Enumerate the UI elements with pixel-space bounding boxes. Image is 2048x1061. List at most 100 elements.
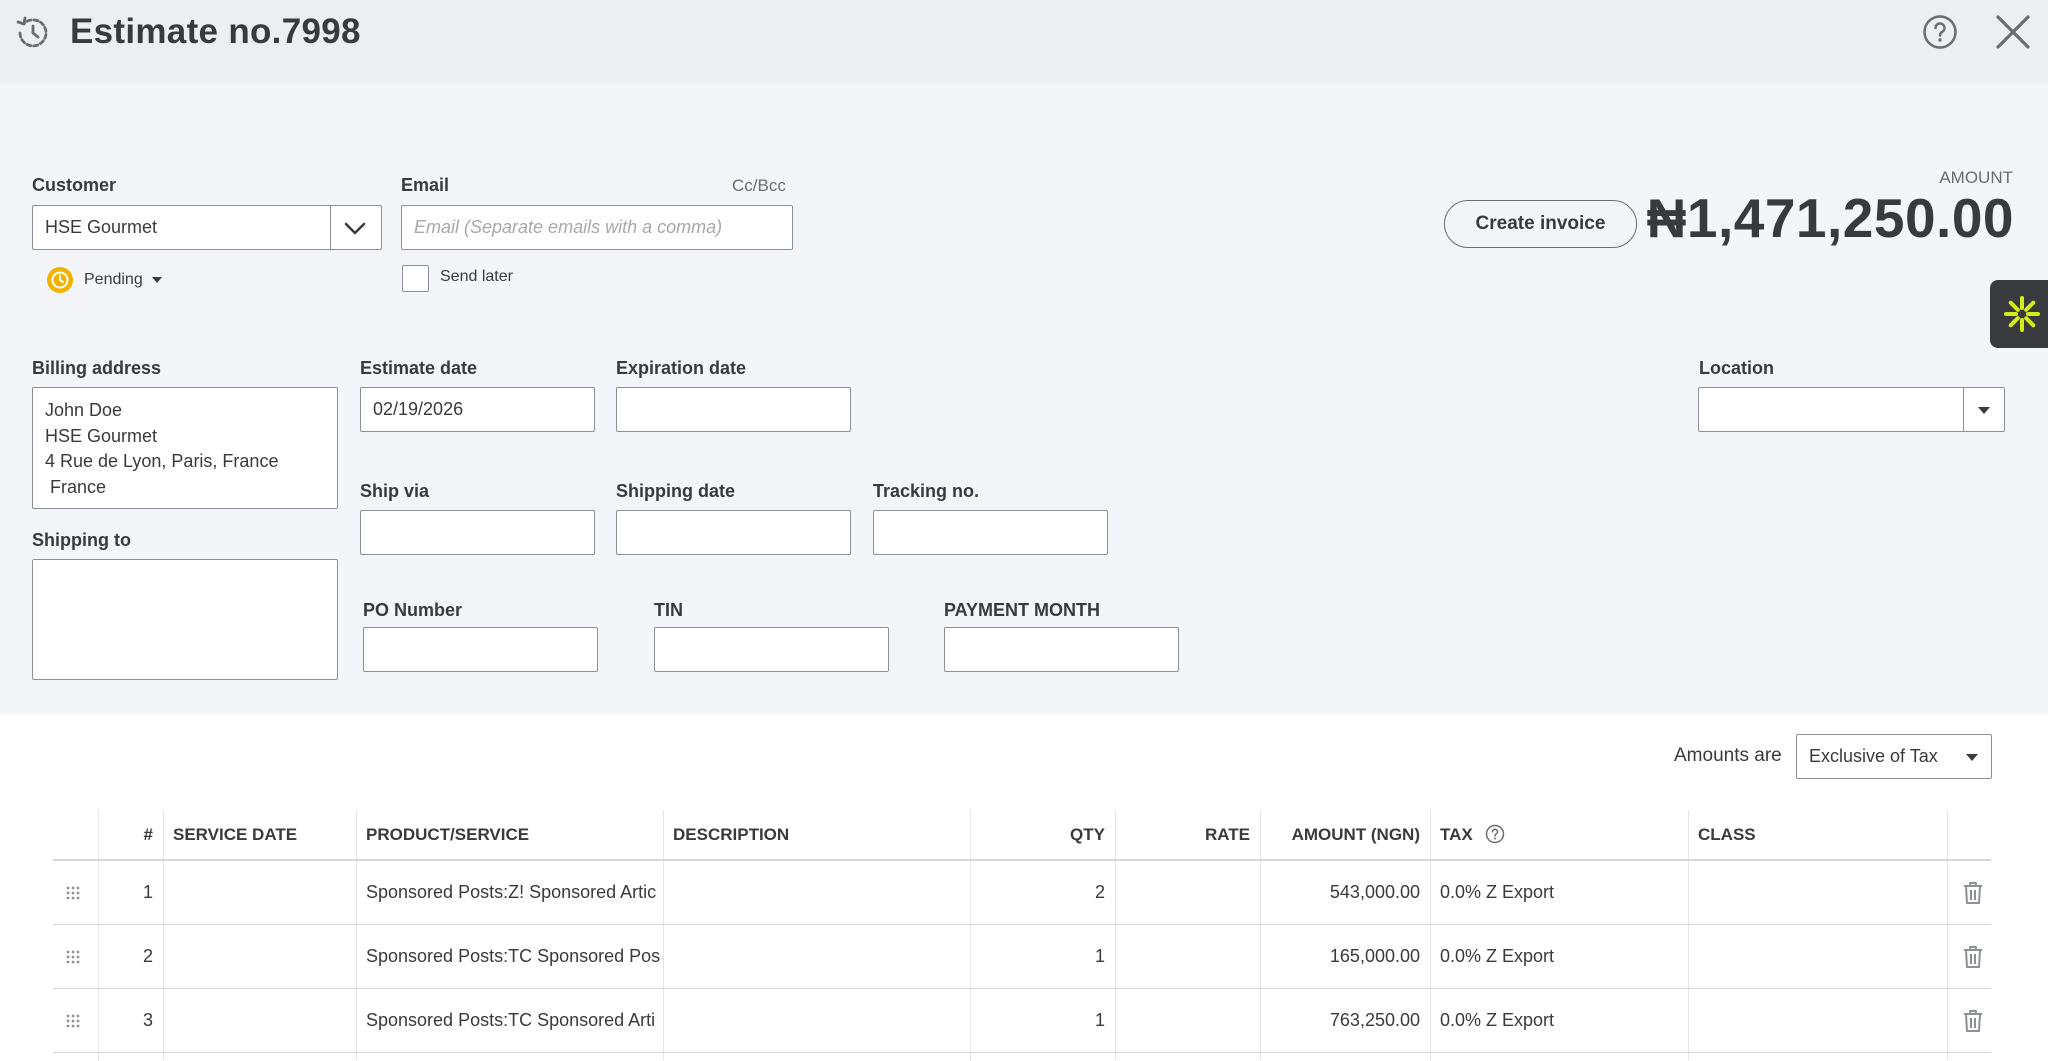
amounts-are-select[interactable]: Exclusive of Tax — [1796, 734, 1992, 779]
drag-handle-icon[interactable] — [65, 885, 81, 901]
estimate-date-input[interactable]: 02/19/2026 — [360, 387, 595, 432]
status-label: Pending — [84, 271, 143, 288]
col-header-qty[interactable]: QTY — [970, 810, 1115, 859]
amount-total: ₦1,471,250.00 — [1646, 187, 2014, 249]
shipping-to-field[interactable] — [32, 559, 338, 680]
send-later-checkbox[interactable] — [402, 265, 429, 292]
payment-month-label: PAYMENT MONTH — [944, 600, 1101, 620]
cell-amount[interactable]: 543,000.00 — [1260, 861, 1430, 924]
ship-via-input[interactable] — [360, 510, 595, 555]
col-header-product[interactable]: PRODUCT/SERVICE — [356, 810, 663, 859]
cell-tax[interactable]: 0.0% Z Export — [1430, 989, 1688, 1052]
cell-tax[interactable]: 0.0% Z Export — [1430, 861, 1688, 924]
customer-value: HSE Gourmet — [45, 217, 158, 237]
caret-down-icon[interactable] — [1977, 405, 1991, 415]
trash-icon[interactable] — [1962, 881, 1984, 905]
location-select[interactable] — [1698, 387, 2005, 432]
amounts-are-label: Amounts are — [1674, 745, 1782, 766]
send-later-label: Send later — [440, 268, 513, 285]
pending-clock-icon — [47, 267, 73, 293]
col-header-amount[interactable]: AMOUNT (NGN) — [1260, 810, 1430, 859]
cell-qty[interactable]: 1 — [970, 925, 1115, 988]
caret-down-icon — [1966, 754, 1978, 761]
divider — [1963, 388, 1964, 431]
tin-input[interactable] — [654, 627, 889, 672]
shipping-date-input[interactable] — [616, 510, 851, 555]
tracking-no-input[interactable] — [873, 510, 1108, 555]
amounts-are-value: Exclusive of Tax — [1809, 746, 1938, 766]
help-icon[interactable] — [1922, 14, 1958, 50]
cell-amount[interactable]: 165,000.00 — [1260, 925, 1430, 988]
create-invoice-button[interactable]: Create invoice — [1444, 200, 1637, 248]
status-dropdown[interactable]: Pending — [46, 265, 163, 295]
cell-qty[interactable]: 2 — [970, 861, 1115, 924]
shipping-date-label: Shipping date — [616, 481, 735, 501]
cc-bcc-link[interactable]: Cc/Bcc — [732, 176, 786, 196]
payment-month-input[interactable] — [944, 627, 1179, 672]
drag-handle-icon[interactable] — [65, 1013, 81, 1029]
assistant-widget[interactable] — [1990, 280, 2048, 348]
estimate-date-label: Estimate date — [360, 358, 478, 378]
po-number-label: PO Number — [363, 600, 463, 620]
close-icon[interactable] — [1993, 12, 2033, 52]
cell-description[interactable] — [663, 861, 970, 924]
expiration-date-label: Expiration date — [616, 358, 747, 378]
location-label: Location — [1699, 358, 1774, 378]
sparkle-icon — [2004, 296, 2040, 332]
cell-service-date[interactable] — [163, 925, 356, 988]
cell-description[interactable] — [663, 925, 970, 988]
dialog-header: Estimate no.7998 — [0, 0, 2048, 83]
trash-icon[interactable] — [1962, 1009, 1984, 1033]
po-number-input[interactable] — [363, 627, 598, 672]
cell-class[interactable] — [1688, 925, 1947, 988]
email-input[interactable]: Email (Separate emails with a comma) — [401, 205, 793, 250]
cell-service-date[interactable] — [163, 861, 356, 924]
cell-tax[interactable]: 0.0% Z Export — [1430, 925, 1688, 988]
cell-rate[interactable] — [1115, 925, 1260, 988]
cell-service-date[interactable] — [163, 989, 356, 1052]
cell-product[interactable]: Sponsored Posts:TC Sponsored Arti — [356, 989, 663, 1052]
col-header-class[interactable]: CLASS — [1688, 810, 1947, 859]
caret-down-icon — [151, 277, 162, 283]
cell-qty[interactable]: 1 — [970, 989, 1115, 1052]
recent-history-icon[interactable] — [14, 14, 52, 52]
ship-via-label: Ship via — [360, 481, 430, 501]
cell-product[interactable]: Sponsored Posts:TC Sponsored Pos — [356, 925, 663, 988]
expiration-date-input[interactable] — [616, 387, 851, 432]
cell-rate[interactable] — [1115, 861, 1260, 924]
tracking-no-label: Tracking no. — [873, 481, 980, 501]
table-row[interactable]: 1 Sponsored Posts:Z! Sponsored Artic 2 5… — [53, 861, 1991, 925]
divider — [330, 206, 331, 249]
col-header-tax[interactable]: TAX — [1430, 810, 1688, 859]
trash-icon[interactable] — [1962, 945, 1984, 969]
customer-label: Customer — [32, 175, 117, 195]
help-icon[interactable] — [1485, 824, 1505, 844]
cell-rate[interactable] — [1115, 989, 1260, 1052]
drag-handle-icon[interactable] — [65, 949, 81, 965]
table-row[interactable]: 2 Sponsored Posts:TC Sponsored Pos 1 165… — [53, 925, 1991, 989]
col-header-service-date[interactable]: SERVICE DATE — [163, 810, 356, 859]
line-items-table: # SERVICE DATE PRODUCT/SERVICE DESCRIPTI… — [53, 810, 1991, 1060]
email-label: Email — [401, 175, 450, 195]
cell-class[interactable] — [1688, 989, 1947, 1052]
col-header-num: # — [143, 825, 153, 844]
amount-label: AMOUNT — [1939, 168, 2013, 187]
shipping-to-label: Shipping to — [32, 530, 131, 550]
table-row[interactable]: 3 Sponsored Posts:TC Sponsored Arti 1 76… — [53, 989, 1991, 1053]
row-number: 1 — [142, 882, 153, 902]
cell-class[interactable] — [1688, 861, 1947, 924]
col-header-description[interactable]: DESCRIPTION — [663, 810, 970, 859]
cell-product[interactable]: Sponsored Posts:Z! Sponsored Artic — [356, 861, 663, 924]
cell-amount[interactable]: 763,250.00 — [1260, 989, 1430, 1052]
table-header: # SERVICE DATE PRODUCT/SERVICE DESCRIPTI… — [53, 810, 1991, 861]
col-header-rate[interactable]: RATE — [1115, 810, 1260, 859]
customer-select[interactable]: HSE Gourmet — [32, 205, 382, 250]
row-number: 2 — [142, 946, 153, 966]
col-header-tax-label: TAX — [1440, 825, 1473, 844]
page-title: Estimate no.7998 — [70, 12, 361, 51]
row-number: 3 — [142, 1010, 153, 1030]
tin-label: TIN — [654, 600, 683, 620]
cell-description[interactable] — [663, 989, 970, 1052]
chevron-down-icon[interactable] — [343, 216, 367, 240]
billing-address-field[interactable]: John Doe HSE Gourmet 4 Rue de Lyon, Pari… — [32, 387, 338, 509]
